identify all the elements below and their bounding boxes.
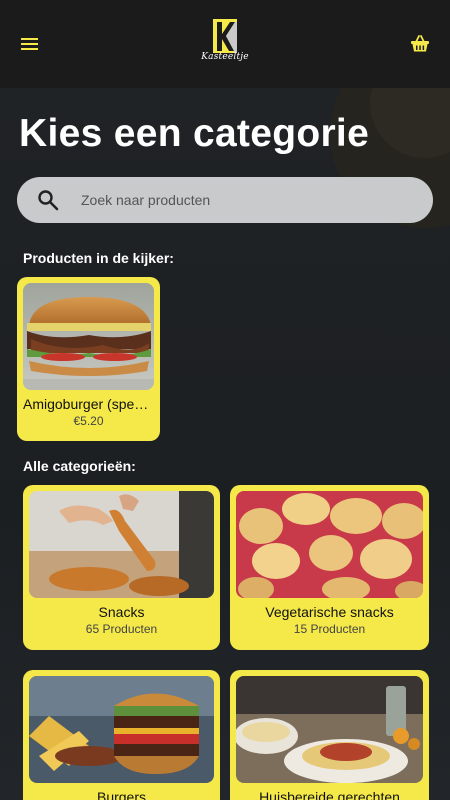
search-icon xyxy=(38,190,59,211)
category-image xyxy=(236,491,423,598)
search-input[interactable] xyxy=(81,192,381,208)
page-title: Kies een categorie xyxy=(19,112,370,155)
category-card-snacks[interactable]: Snacks 65 Producten xyxy=(23,485,220,650)
shopping-basket-icon[interactable] xyxy=(408,32,432,56)
category-name: Burgers xyxy=(96,789,147,800)
search-bar[interactable] xyxy=(17,177,433,223)
category-image xyxy=(29,491,214,598)
category-card-burgers[interactable]: Burgers xyxy=(23,670,220,800)
category-image xyxy=(29,676,214,783)
featured-product-card[interactable]: Amigoburger (spek… €5.20 xyxy=(17,277,160,441)
category-name: Vegetarische snacks xyxy=(265,604,394,620)
logo-text: Kasteeltje xyxy=(201,52,249,62)
category-card-vegetarische-snacks[interactable]: Vegetarische snacks 15 Producten xyxy=(230,485,429,650)
category-name: Huisbereide gerechten xyxy=(259,789,400,800)
category-count: 65 Producten xyxy=(85,622,158,636)
hamburger-menu-icon[interactable] xyxy=(18,32,42,56)
product-price: €5.20 xyxy=(73,414,104,428)
product-name: Amigoburger (spek… xyxy=(23,396,154,412)
category-count: 15 Producten xyxy=(293,622,366,636)
top-app-bar: Kasteeltje xyxy=(0,0,450,88)
category-name: Snacks xyxy=(98,604,145,620)
product-image xyxy=(23,283,154,390)
featured-section-label: Producten in de kijker: xyxy=(23,250,174,266)
category-card-huisbereide-gerechten[interactable]: Huisbereide gerechten xyxy=(230,670,429,800)
logo-k-icon xyxy=(213,19,237,53)
category-image xyxy=(236,676,423,783)
categories-section-label: Alle categorieën: xyxy=(23,458,136,474)
app-logo[interactable]: Kasteeltje xyxy=(201,18,249,74)
